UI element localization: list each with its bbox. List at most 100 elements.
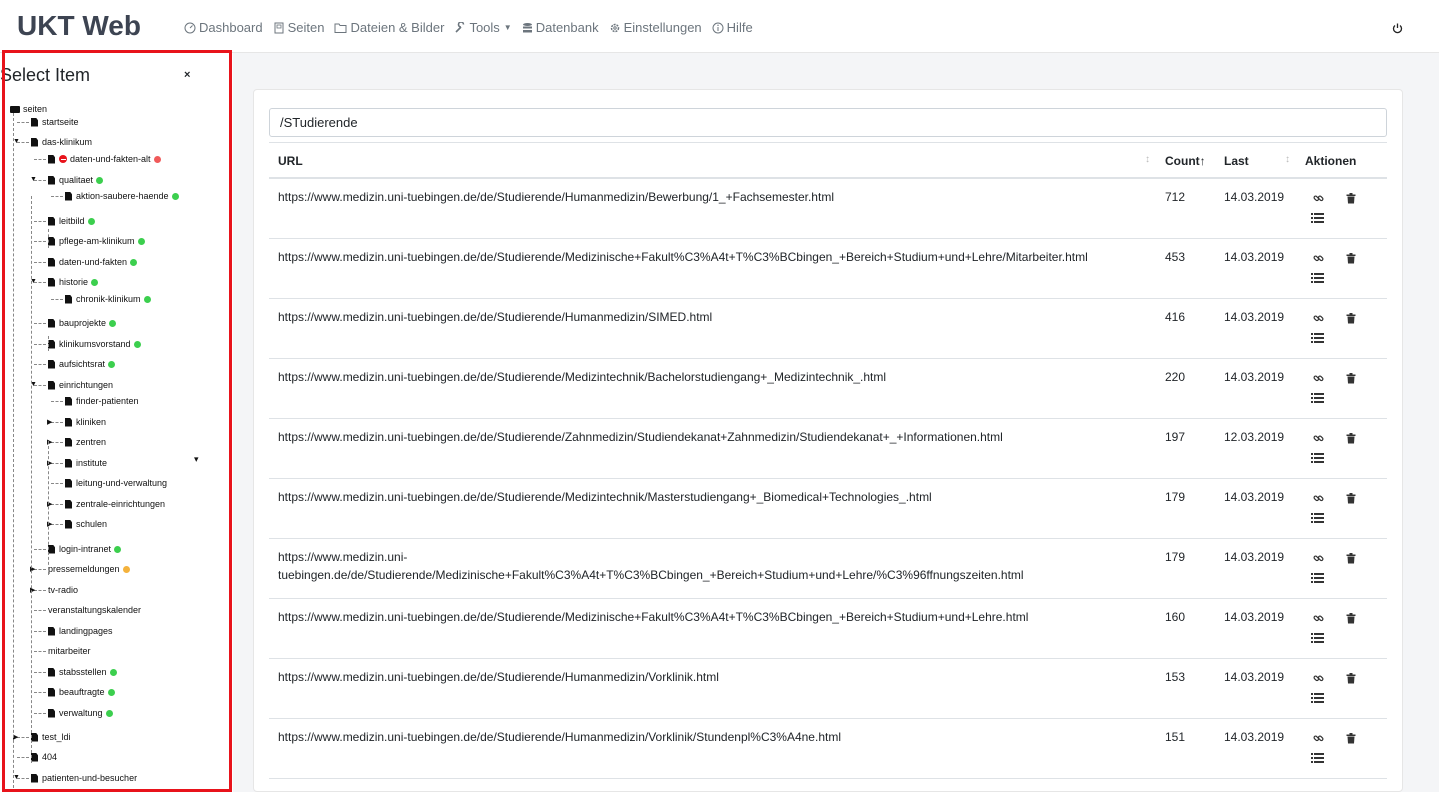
- count-cell: 220: [1165, 370, 1186, 384]
- tree-item[interactable]: aktion-saubere-haende: [65, 190, 179, 202]
- tree-item[interactable]: patienten-und-besucher: [31, 772, 137, 784]
- nav-seiten[interactable]: Seiten: [273, 20, 324, 35]
- tree-item[interactable]: pflege-am-klinikum: [48, 235, 145, 247]
- tree-item[interactable]: aufsichtsrat: [48, 358, 116, 370]
- expand-arrow-icon[interactable]: ▼: [13, 138, 20, 145]
- tree-item[interactable]: landingpages: [48, 625, 113, 637]
- nav-dashboard[interactable]: Dashboard: [184, 20, 263, 35]
- tree-item[interactable]: beauftragte: [48, 686, 115, 698]
- link-icon[interactable]: [1313, 493, 1324, 504]
- tree-item[interactable]: pressemeldungen: [48, 563, 130, 575]
- tree-item[interactable]: chronik-klinikum: [65, 293, 151, 305]
- tree-item[interactable]: mitarbeiter: [48, 645, 91, 657]
- trash-icon[interactable]: [1346, 493, 1356, 504]
- link-icon[interactable]: [1313, 673, 1324, 684]
- nav-dateien[interactable]: Dateien & Bilder: [334, 20, 444, 35]
- expand-arrow-icon[interactable]: ▼: [13, 774, 20, 781]
- list-icon[interactable]: [1311, 753, 1324, 763]
- link-icon[interactable]: [1313, 613, 1324, 624]
- tree-guide: [31, 196, 32, 763]
- tree-item[interactable]: das-klinikum: [31, 136, 92, 148]
- count-cell: 160: [1165, 610, 1186, 624]
- list-icon[interactable]: [1311, 393, 1324, 403]
- tree-item[interactable]: 404: [31, 751, 57, 763]
- count-cell: 197: [1165, 430, 1186, 444]
- tree-item[interactable]: daten-und-fakten: [48, 256, 138, 268]
- nav-einstellungen[interactable]: Einstellungen: [609, 20, 702, 35]
- app-title[interactable]: UKT Web: [17, 10, 141, 42]
- nav-datenbank[interactable]: Datenbank: [522, 20, 599, 35]
- chevron-down-icon[interactable]: ▾: [194, 454, 199, 465]
- list-icon[interactable]: [1311, 453, 1324, 463]
- url-filter-input[interactable]: /STudierende: [269, 108, 1387, 137]
- link-icon[interactable]: [1313, 373, 1324, 384]
- document-icon: [48, 216, 55, 226]
- tree-item[interactable]: kliniken: [65, 416, 106, 428]
- col-count[interactable]: Count↑: [1165, 154, 1206, 168]
- link-icon[interactable]: [1313, 253, 1324, 264]
- trash-icon[interactable]: [1346, 193, 1356, 204]
- tree-item[interactable]: seiten: [10, 103, 47, 115]
- tree-guide: [48, 229, 49, 248]
- tree-item[interactable]: klinikumsvorstand: [48, 338, 141, 350]
- tree-item-label: tv-radio: [48, 585, 79, 595]
- expand-arrow-icon[interactable]: ▼: [30, 176, 37, 183]
- trash-icon[interactable]: [1346, 373, 1356, 384]
- list-icon[interactable]: [1311, 273, 1324, 283]
- tree-item[interactable]: schulen: [65, 518, 107, 530]
- tree-connector: [34, 364, 46, 365]
- col-last[interactable]: Last: [1224, 154, 1249, 168]
- list-icon[interactable]: [1311, 573, 1324, 583]
- list-icon[interactable]: [1311, 693, 1324, 703]
- sort-icon[interactable]: ↕: [1145, 154, 1150, 165]
- tree-item[interactable]: tv-radio: [48, 584, 78, 596]
- list-icon[interactable]: [1311, 513, 1324, 523]
- trash-icon[interactable]: [1346, 253, 1356, 264]
- nav-dashboard-label: Dashboard: [199, 20, 263, 35]
- nav-hilfe[interactable]: Hilfe: [712, 20, 753, 35]
- tree-item[interactable]: startseite: [31, 116, 79, 128]
- tree-connector: [51, 483, 63, 484]
- tree-item[interactable]: veranstaltungskalender: [48, 604, 141, 616]
- list-icon[interactable]: [1311, 633, 1324, 643]
- trash-icon[interactable]: [1346, 553, 1356, 564]
- trash-icon[interactable]: [1346, 313, 1356, 324]
- trash-icon[interactable]: [1346, 733, 1356, 744]
- collapse-arrow-icon[interactable]: ▶: [47, 418, 52, 426]
- tree-item[interactable]: qualitaet: [48, 174, 104, 186]
- nav-tools[interactable]: Tools ▼: [454, 20, 512, 35]
- trash-icon[interactable]: [1346, 433, 1356, 444]
- col-url[interactable]: URL: [278, 154, 303, 168]
- tree-item[interactable]: finder-patienten: [65, 395, 139, 407]
- link-icon[interactable]: [1313, 553, 1324, 564]
- tree-item[interactable]: zentrale-einrichtungen: [65, 498, 165, 510]
- link-icon[interactable]: [1313, 193, 1324, 204]
- tree-item[interactable]: institute: [65, 457, 107, 469]
- document-icon: [65, 191, 72, 201]
- url-cell: https://www.medizin.uni-tuebingen.de/de/…: [278, 190, 834, 204]
- tree-item[interactable]: login-intranet: [48, 543, 122, 555]
- link-icon[interactable]: [1313, 733, 1324, 744]
- list-icon[interactable]: [1311, 333, 1324, 343]
- tree-item[interactable]: zentren: [65, 436, 106, 448]
- tree-item[interactable]: leitung-und-verwaltung: [65, 477, 167, 489]
- tree-item[interactable]: stabsstellen: [48, 666, 117, 678]
- tree-item[interactable]: historie: [48, 276, 99, 288]
- redirects-card: /STudierende URL ↕ Count↑ Last ↕ Aktione…: [253, 89, 1403, 792]
- tree-item[interactable]: leitbild: [48, 215, 95, 227]
- tree-item-label: kliniken: [76, 417, 107, 427]
- trash-icon[interactable]: [1346, 673, 1356, 684]
- tree-item[interactable]: daten-und-fakten-alt: [48, 153, 161, 165]
- link-icon[interactable]: [1313, 313, 1324, 324]
- sort-icon[interactable]: ↕: [1285, 154, 1290, 165]
- trash-icon[interactable]: [1346, 613, 1356, 624]
- tree-item[interactable]: einrichtungen: [48, 379, 113, 391]
- tree-item[interactable]: test_ldi: [31, 731, 71, 743]
- tree-item[interactable]: bauprojekte: [48, 317, 117, 329]
- tree-item[interactable]: verwaltung: [48, 707, 113, 719]
- document-icon: [48, 687, 55, 697]
- link-icon[interactable]: [1313, 433, 1324, 444]
- list-icon[interactable]: [1311, 213, 1324, 223]
- table-row: https://www.medizin.uni-tuebingen.de/de/…: [269, 599, 1387, 659]
- power-icon[interactable]: [1392, 23, 1403, 34]
